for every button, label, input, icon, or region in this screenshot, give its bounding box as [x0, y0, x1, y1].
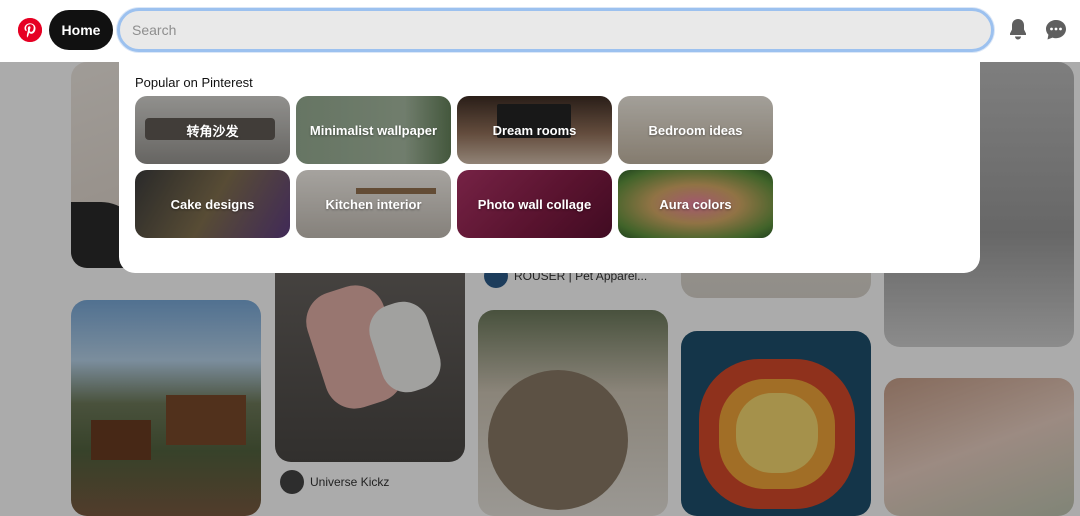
tile-label: Aura colors [659, 196, 732, 212]
suggestion-tile-cake-designs[interactable]: Cake designs [135, 170, 290, 238]
home-button[interactable]: Home [49, 10, 113, 50]
tile-label: 转角沙发 [186, 123, 239, 139]
suggestion-tile-minimalist-wallpaper[interactable]: Minimalist wallpaper [296, 96, 451, 164]
tile-label: Photo wall collage [477, 196, 592, 212]
search-input[interactable] [132, 11, 972, 49]
tile-label: Kitchen interior [325, 196, 422, 212]
suggestion-tile-kitchen-interior[interactable]: Kitchen interior [296, 170, 451, 238]
tile-label: Minimalist wallpaper [309, 122, 438, 138]
search-suggestions-dropdown: Popular on Pinterest 转角沙发 Minimalist wal… [119, 62, 980, 273]
search-bar[interactable] [117, 8, 994, 52]
suggestion-tile-corner-sofa[interactable]: 转角沙发 [135, 96, 290, 164]
tile-label: Bedroom ideas [648, 122, 743, 138]
suggestion-tile-photo-wall-collage[interactable]: Photo wall collage [457, 170, 612, 238]
suggestion-tile-aura-colors[interactable]: Aura colors [618, 170, 773, 238]
messages-chat-icon[interactable] [1044, 18, 1068, 42]
suggestion-tile-dream-rooms[interactable]: Dream rooms [457, 96, 612, 164]
notifications-bell-icon[interactable] [1006, 18, 1030, 42]
suggestion-tile-bedroom-ideas[interactable]: Bedroom ideas [618, 96, 773, 164]
tile-label: Cake designs [170, 196, 255, 212]
dropdown-title: Popular on Pinterest [135, 75, 253, 90]
pinterest-logo-icon[interactable] [18, 18, 42, 42]
top-nav: Home [0, 0, 1080, 62]
tile-label: Dream rooms [492, 122, 577, 138]
